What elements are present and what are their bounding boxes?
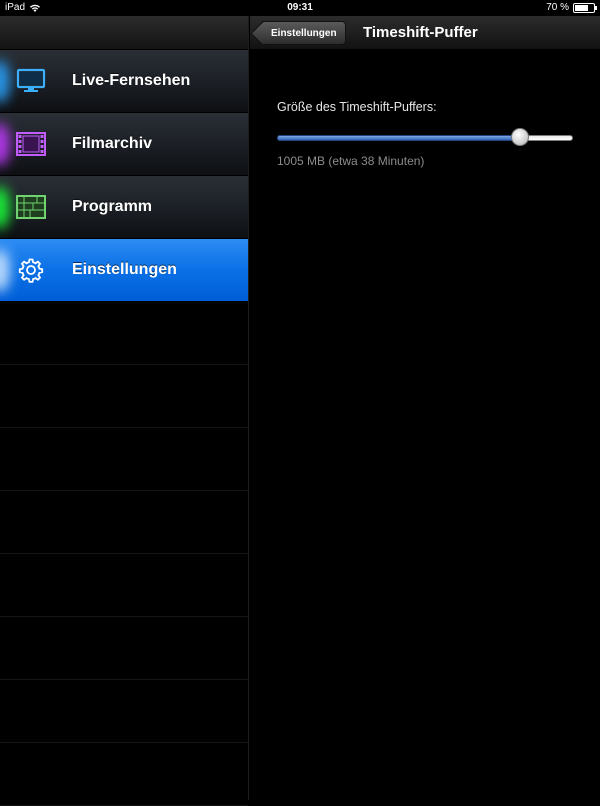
sidebar-item-programm[interactable]: Programm bbox=[0, 176, 248, 239]
battery-percent: 70 % bbox=[546, 2, 569, 13]
back-button[interactable]: Einstellungen bbox=[260, 21, 346, 45]
film-icon bbox=[14, 129, 48, 159]
empty-row bbox=[0, 617, 248, 680]
sidebar: Live-Fernsehen Filmarchiv Programm Einst… bbox=[0, 16, 249, 806]
back-button-label: Einstellungen bbox=[271, 27, 337, 39]
sidebar-header bbox=[0, 16, 248, 50]
page-title: Timeshift-Puffer bbox=[363, 24, 478, 41]
sidebar-item-glow bbox=[0, 123, 10, 166]
sidebar-item-einstellungen[interactable]: Einstellungen bbox=[0, 239, 248, 302]
tv-icon bbox=[14, 66, 48, 96]
empty-row bbox=[0, 491, 248, 554]
empty-row bbox=[0, 428, 248, 491]
empty-row bbox=[0, 554, 248, 617]
empty-row bbox=[0, 743, 248, 806]
slider-thumb[interactable] bbox=[511, 128, 529, 146]
status-bar: iPad 09:31 70 % bbox=[0, 0, 600, 16]
sidebar-item-glow bbox=[0, 249, 10, 292]
detail-pane: Einstellungen Timeshift-Puffer Größe des… bbox=[250, 16, 600, 800]
sidebar-item-glow bbox=[0, 60, 10, 103]
program-grid-icon bbox=[14, 192, 48, 222]
sidebar-item-glow bbox=[0, 186, 10, 229]
gear-icon bbox=[14, 255, 48, 285]
empty-row bbox=[0, 680, 248, 743]
buffer-size-label: Größe des Timeshift-Puffers: bbox=[277, 100, 437, 114]
status-time: 09:31 bbox=[287, 2, 313, 13]
navigation-bar: Einstellungen Timeshift-Puffer bbox=[250, 16, 600, 50]
sidebar-item-filmarchiv[interactable]: Filmarchiv bbox=[0, 113, 248, 176]
empty-row bbox=[0, 365, 248, 428]
battery-icon bbox=[573, 2, 597, 13]
battery-fill bbox=[575, 4, 588, 11]
sidebar-item-label: Live-Fernsehen bbox=[72, 72, 191, 89]
sidebar-item-label: Programm bbox=[72, 198, 153, 215]
empty-row bbox=[0, 302, 248, 365]
sidebar-item-label: Filmarchiv bbox=[72, 135, 153, 152]
buffer-size-slider[interactable] bbox=[277, 128, 573, 148]
slider-fill bbox=[277, 135, 520, 141]
buffer-size-value: 1005 MB (etwa 38 Minuten) bbox=[277, 154, 425, 168]
status-right: 70 % bbox=[546, 2, 597, 13]
sidebar-item-live-fernsehen[interactable]: Live-Fernsehen bbox=[0, 50, 248, 113]
sidebar-item-label: Einstellungen bbox=[72, 261, 177, 278]
